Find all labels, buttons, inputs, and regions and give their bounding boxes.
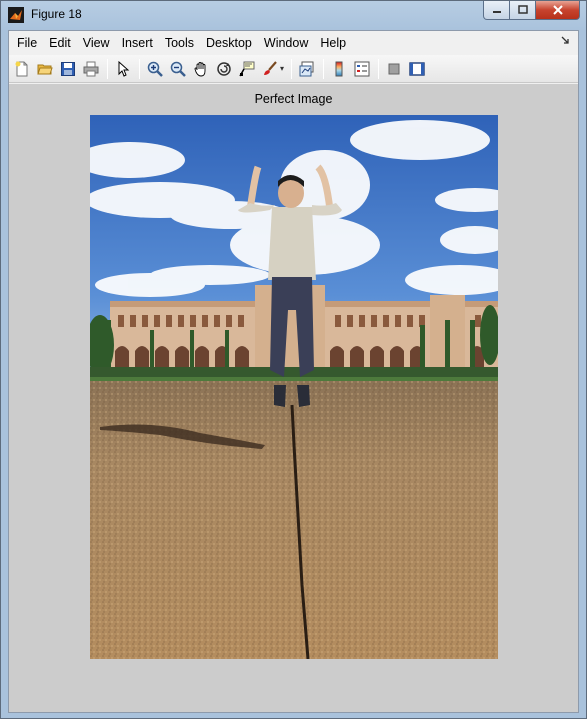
maximize-icon bbox=[517, 5, 528, 14]
hide-plot-tools-button[interactable] bbox=[383, 58, 405, 80]
dock-arrow-icon[interactable] bbox=[560, 35, 570, 45]
pan-button[interactable] bbox=[190, 58, 212, 80]
close-icon bbox=[552, 5, 563, 15]
brush-button[interactable] bbox=[259, 58, 281, 80]
minimize-icon bbox=[492, 11, 501, 13]
colorbar-button[interactable] bbox=[328, 58, 350, 80]
toolbar-separator bbox=[291, 58, 293, 79]
maximize-button[interactable] bbox=[510, 1, 536, 20]
brush-dropdown-icon[interactable]: ▾ bbox=[280, 64, 284, 73]
show-plot-tools-icon bbox=[409, 61, 425, 76]
colorbar-icon bbox=[335, 61, 343, 76]
image-display bbox=[90, 115, 498, 659]
rotate-3d-icon bbox=[217, 61, 231, 76]
menu-bar: File Edit View Insert Tools Desktop Wind… bbox=[9, 31, 578, 55]
show-plot-tools-button[interactable] bbox=[406, 58, 428, 80]
edit-plot-button[interactable] bbox=[112, 58, 134, 80]
open-file-icon bbox=[37, 64, 53, 74]
link-plot-button[interactable] bbox=[296, 58, 318, 80]
window-title: Figure 18 bbox=[31, 7, 82, 21]
edit-plot-arrow-icon bbox=[118, 60, 130, 77]
minimize-button[interactable] bbox=[483, 1, 510, 20]
menu-desktop[interactable]: Desktop bbox=[200, 32, 258, 54]
menu-help[interactable]: Help bbox=[314, 32, 352, 54]
toolbar-separator bbox=[378, 58, 380, 79]
menu-window[interactable]: Window bbox=[258, 32, 314, 54]
matlab-logo-icon bbox=[8, 7, 24, 23]
figure-toolbar: ▾ bbox=[9, 55, 578, 83]
figure-canvas: Perfect Image bbox=[9, 84, 578, 712]
title-bar[interactable]: Figure 18 bbox=[1, 1, 586, 29]
data-cursor-button[interactable] bbox=[236, 58, 258, 80]
figure-client-area: File Edit View Insert Tools Desktop Wind… bbox=[8, 30, 579, 713]
save-icon bbox=[61, 61, 75, 76]
menu-insert[interactable]: Insert bbox=[116, 32, 159, 54]
toolbar-separator bbox=[107, 58, 108, 79]
save-button[interactable] bbox=[57, 58, 79, 80]
menu-file[interactable]: File bbox=[11, 32, 43, 54]
toolbar-separator bbox=[139, 58, 140, 79]
figure-window: Figure 18 File Edit View Insert Tools De… bbox=[0, 0, 587, 719]
menu-edit[interactable]: Edit bbox=[43, 32, 77, 54]
zoom-in-button[interactable] bbox=[144, 58, 166, 80]
zoom-out-icon bbox=[170, 61, 186, 77]
menu-tools[interactable]: Tools bbox=[159, 32, 200, 54]
zoom-out-button[interactable] bbox=[167, 58, 189, 80]
open-file-button[interactable] bbox=[34, 58, 56, 80]
link-plot-icon bbox=[299, 61, 314, 76]
toolbar-separator bbox=[323, 58, 325, 79]
print-button[interactable] bbox=[80, 58, 102, 80]
brush-icon bbox=[264, 60, 277, 75]
menu-view[interactable]: View bbox=[77, 32, 116, 54]
close-button[interactable] bbox=[536, 1, 580, 20]
print-icon bbox=[83, 61, 99, 76]
new-figure-icon bbox=[15, 61, 28, 76]
photo bbox=[90, 115, 498, 659]
axes-title: Perfect Image bbox=[254, 92, 333, 106]
rotate-3d-button[interactable] bbox=[213, 58, 235, 80]
legend-icon bbox=[354, 61, 370, 76]
legend-button[interactable] bbox=[351, 58, 373, 80]
data-cursor-icon bbox=[239, 61, 255, 76]
zoom-in-icon bbox=[147, 61, 163, 77]
pan-hand-icon bbox=[194, 61, 206, 76]
hide-plot-tools-icon bbox=[388, 63, 400, 74]
new-figure-button[interactable] bbox=[11, 58, 33, 80]
